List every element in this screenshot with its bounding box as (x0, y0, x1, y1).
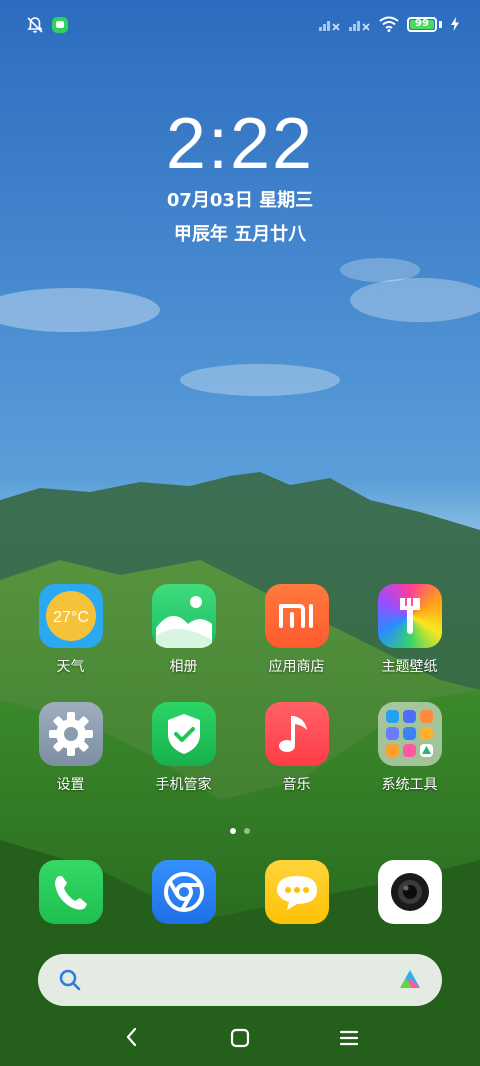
app-weather[interactable]: 27°C 天气 (21, 584, 121, 676)
signal-no-sim-icon (349, 21, 370, 31)
signal-no-sim-icon (319, 21, 340, 31)
assistant-icon[interactable] (396, 966, 424, 994)
themes-icon (377, 584, 442, 648)
app-row-2: 设置 手机管家 音乐 系统工具 (0, 702, 480, 794)
notification-app-icon (52, 17, 68, 33)
app-folder-system-tools[interactable]: 系统工具 (360, 702, 460, 794)
app-label: 应用商店 (268, 659, 325, 675)
battery-level: 99 (415, 17, 429, 29)
weather-icon: 27°C (38, 584, 103, 648)
app-store-icon (264, 584, 329, 648)
search-icon (59, 969, 81, 991)
camera-icon (377, 860, 442, 924)
app-grid: 27°C 天气 相册 应用商店 主题壁纸 设置 手机管家 音乐 系统工具 (0, 584, 480, 820)
settings-gear-icon (38, 702, 103, 766)
back-icon[interactable] (122, 1026, 142, 1048)
security-shield-icon (151, 702, 216, 766)
clock-date: 07月03日 星期三 (166, 190, 314, 211)
menu-icon[interactable] (338, 1027, 360, 1049)
status-bar-right: 99 (319, 16, 460, 32)
status-bar-left (26, 16, 68, 34)
page-indicator[interactable] (0, 828, 480, 834)
dock-browser[interactable] (134, 860, 234, 924)
clock-lunar-date: 甲辰年 五月廿八 (173, 224, 307, 245)
navigation-bar (0, 1020, 480, 1060)
app-label: 手机管家 (155, 777, 212, 793)
app-label: 相册 (169, 659, 198, 675)
weather-temp: 27°C (53, 609, 89, 626)
page-dot (244, 828, 250, 834)
page-dot-active (230, 828, 236, 834)
phone-icon (38, 860, 103, 924)
clock-widget[interactable]: 2:22 07月03日 星期三 甲辰年 五月廿八 (0, 104, 480, 246)
app-gallery[interactable]: 相册 (134, 584, 234, 676)
dock-camera[interactable] (360, 860, 460, 924)
status-bar: 99 (0, 0, 480, 50)
app-music[interactable]: 音乐 (247, 702, 347, 794)
dock (0, 860, 480, 924)
dock-messages[interactable] (247, 860, 347, 924)
app-security[interactable]: 手机管家 (134, 702, 234, 794)
app-label: 天气 (56, 659, 85, 675)
clock-time: 2:22 (165, 104, 315, 184)
gallery-icon (151, 584, 216, 648)
app-label: 音乐 (282, 777, 311, 793)
messages-icon (264, 860, 329, 924)
app-store[interactable]: 应用商店 (247, 584, 347, 676)
bell-muted-icon (27, 17, 43, 33)
dock-phone[interactable] (21, 860, 121, 924)
system-tools-folder-icon (377, 702, 442, 766)
app-settings[interactable]: 设置 (21, 702, 121, 794)
wifi-icon (379, 16, 399, 32)
battery-icon: 99 (407, 16, 437, 32)
browser-icon (151, 860, 216, 924)
music-note-icon (264, 702, 329, 766)
charging-bolt-icon (451, 17, 459, 31)
app-label: 设置 (56, 777, 85, 793)
home-icon[interactable] (229, 1027, 251, 1049)
app-themes[interactable]: 主题壁纸 (360, 584, 460, 676)
app-row-1: 27°C 天气 相册 应用商店 主题壁纸 (0, 584, 480, 676)
search-bar[interactable] (38, 954, 442, 1006)
app-label: 系统工具 (381, 777, 438, 793)
app-label: 主题壁纸 (381, 659, 438, 675)
battery-tip (439, 20, 442, 28)
